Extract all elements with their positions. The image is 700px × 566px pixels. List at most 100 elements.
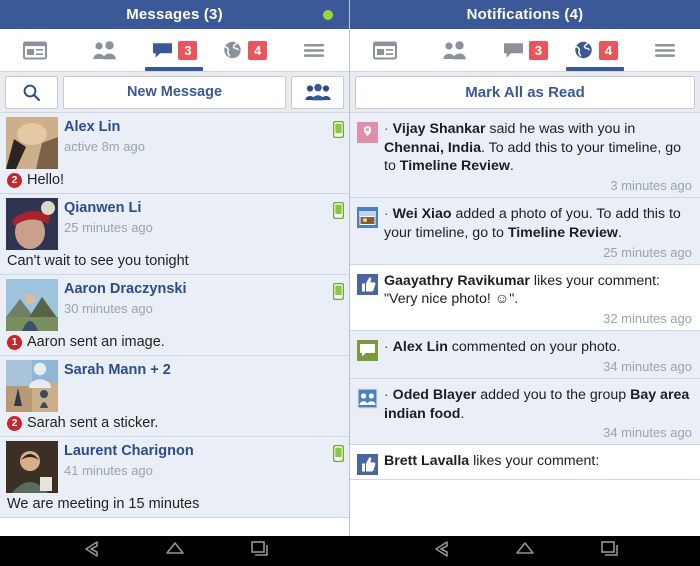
tab-news-feed[interactable] [350, 29, 420, 71]
nav-button-group [0, 536, 350, 566]
notification-timestamp: 25 minutes ago [603, 244, 692, 260]
active-tab-indicator [566, 67, 624, 71]
conversation-row[interactable]: Laurent Charignon 41 minutes ago We are me… [0, 437, 349, 518]
notification-list: · Vijay Shankar said he was with you in … [350, 113, 700, 536]
search-button[interactable] [5, 75, 58, 109]
group-people-icon [304, 83, 331, 101]
avatar [6, 441, 58, 493]
tab-friends[interactable] [420, 29, 490, 71]
tab-badge: 4 [248, 40, 268, 60]
snippet-text: Hello! [27, 172, 65, 188]
conversation-row[interactable]: Sarah Mann + 2 2 Sarah sent a sticker. [0, 356, 349, 437]
notification-plain: commented on your photo. [447, 339, 621, 356]
notification-body: · Vijay Shankar said he was with you in … [384, 120, 692, 193]
tab-menu[interactable] [279, 29, 349, 71]
notification-timestamp: 32 minutes ago [603, 311, 692, 327]
message-bubble-icon [153, 43, 173, 58]
online-status-dot [323, 9, 333, 20]
bullet-marker: · [384, 121, 393, 137]
globe-icon [224, 41, 241, 59]
notification-text: Brett Lavalla likes your comment: [384, 452, 692, 471]
search-icon [23, 84, 41, 101]
notification-row[interactable]: Brett Lavalla likes your comment: [350, 445, 700, 481]
home-button[interactable] [514, 538, 536, 565]
tab-friends[interactable] [70, 29, 140, 71]
new-group-button[interactable] [291, 75, 344, 109]
conversation-row[interactable]: Qianwen Li 25 minutes ago Can't wait to se… [0, 194, 349, 275]
recents-icon [601, 540, 618, 556]
conversation-header: Laurent Charignon 41 minutes ago [6, 441, 343, 493]
unread-count-badge: 1 [7, 334, 22, 350]
notification-body: · Alex Lin commented on your photo. 34 mi… [384, 338, 692, 374]
conversation-snippet: 2 Hello! [6, 172, 343, 188]
notification-highlight: Wei Xiao [392, 206, 452, 223]
friends-icon [93, 41, 116, 60]
thumbs-up-icon [357, 454, 378, 476]
conversation-name: Sarah Mann + 2 [64, 362, 171, 378]
notification-highlight: Chennai, India [384, 139, 481, 156]
home-icon [166, 541, 184, 554]
notification-row[interactable]: Gaayathry Ravikumar likes your comment: … [350, 264, 700, 332]
conversation-timestamp: 41 minutes ago [64, 462, 153, 478]
notification-highlight: Gaayathry Ravikumar [384, 272, 530, 289]
mobile-presence-icon [332, 444, 345, 467]
location-pin-icon [357, 122, 378, 143]
conversation-name: Qianwen Li [64, 200, 142, 216]
conversation-timestamp: 25 minutes ago [64, 219, 153, 235]
recents-button[interactable] [248, 538, 270, 565]
tab-notifications[interactable]: 4 [209, 29, 279, 71]
right-tab-bar: 3 4 [350, 29, 700, 72]
back-arrow-icon [85, 540, 98, 557]
messages-pane: Messages (3) 3 4 New Message Alex Lin ac… [0, 0, 350, 536]
tab-news-feed[interactable] [0, 29, 70, 71]
notification-highlight: Alex Lin [392, 339, 448, 356]
new-message-button[interactable]: New Message [63, 75, 286, 109]
comment-bubble-icon [357, 340, 378, 362]
tab-badge: 3 [178, 40, 198, 60]
notifications-title-bar: Notifications (4) [350, 0, 700, 29]
app-screen: Messages (3) 3 4 New Message Alex Lin ac… [0, 0, 700, 566]
conversation-header: Aaron Draczynski 30 minutes ago [6, 279, 343, 331]
tab-badge: 4 [599, 40, 618, 60]
active-tab-indicator [145, 67, 204, 71]
conversation-row[interactable]: Aaron Draczynski 30 minutes ago 1 Aaron sen… [0, 275, 349, 356]
notification-plain: added you to the group [476, 386, 631, 403]
notification-row[interactable]: · Vijay Shankar said he was with you in … [350, 113, 700, 199]
home-icon [516, 541, 534, 554]
tab-messages[interactable]: 3 [140, 29, 210, 71]
conversation-list: Alex Lin active 8m ago 2 Hello! Qianwen Li 25… [0, 113, 349, 536]
conversation-row[interactable]: Alex Lin active 8m ago 2 Hello! [0, 113, 349, 194]
conversation-header: Alex Lin active 8m ago [6, 117, 343, 169]
conversation-name: Aaron Draczynski [64, 281, 187, 297]
avatar [6, 198, 58, 250]
notification-body: · Oded Blayer added you to the group Bay… [384, 386, 692, 440]
notification-row[interactable]: · Alex Lin commented on your photo. 34 mi… [350, 331, 700, 379]
notification-highlight: Timeline Review [507, 224, 618, 241]
conversation-snippet: We are meeting in 15 minutes [6, 496, 343, 512]
back-button[interactable] [80, 538, 102, 565]
back-button[interactable] [430, 538, 452, 565]
message-bubble-icon [504, 43, 523, 58]
notifications-action-bar: Mark All as Read [350, 72, 700, 113]
notification-highlight: Timeline Review [399, 158, 510, 175]
tab-notifications[interactable]: 4 [560, 29, 630, 71]
unread-count-badge: 2 [7, 172, 22, 188]
mark-all-as-read-button[interactable]: Mark All as Read [355, 75, 695, 109]
notification-timestamp: 34 minutes ago [603, 425, 692, 441]
split-panes: Messages (3) 3 4 New Message Alex Lin ac… [0, 0, 700, 536]
notification-row[interactable]: · Wei Xiao added a photo of you. To add … [350, 198, 700, 265]
notification-row[interactable]: · Oded Blayer added you to the group Bay… [350, 378, 700, 446]
notifications-pane: Notifications (4) 3 4 Mark All as Read ·… [350, 0, 700, 536]
notification-highlight: Vijay Shankar [392, 121, 486, 137]
conversation-meta: Laurent Charignon 41 minutes ago [64, 441, 194, 493]
recents-button[interactable] [598, 538, 620, 565]
conversation-header: Sarah Mann + 2 [6, 360, 343, 412]
avatar [6, 117, 58, 169]
tab-messages[interactable]: 3 [490, 29, 560, 71]
conversation-snippet: 1 Aaron sent an image. [6, 334, 343, 350]
group-avatar [6, 360, 58, 412]
notification-text: · Wei Xiao added a photo of you. To add … [384, 205, 692, 242]
home-button[interactable] [164, 538, 186, 565]
snippet-text: We are meeting in 15 minutes [7, 496, 200, 512]
tab-menu[interactable] [630, 29, 700, 71]
